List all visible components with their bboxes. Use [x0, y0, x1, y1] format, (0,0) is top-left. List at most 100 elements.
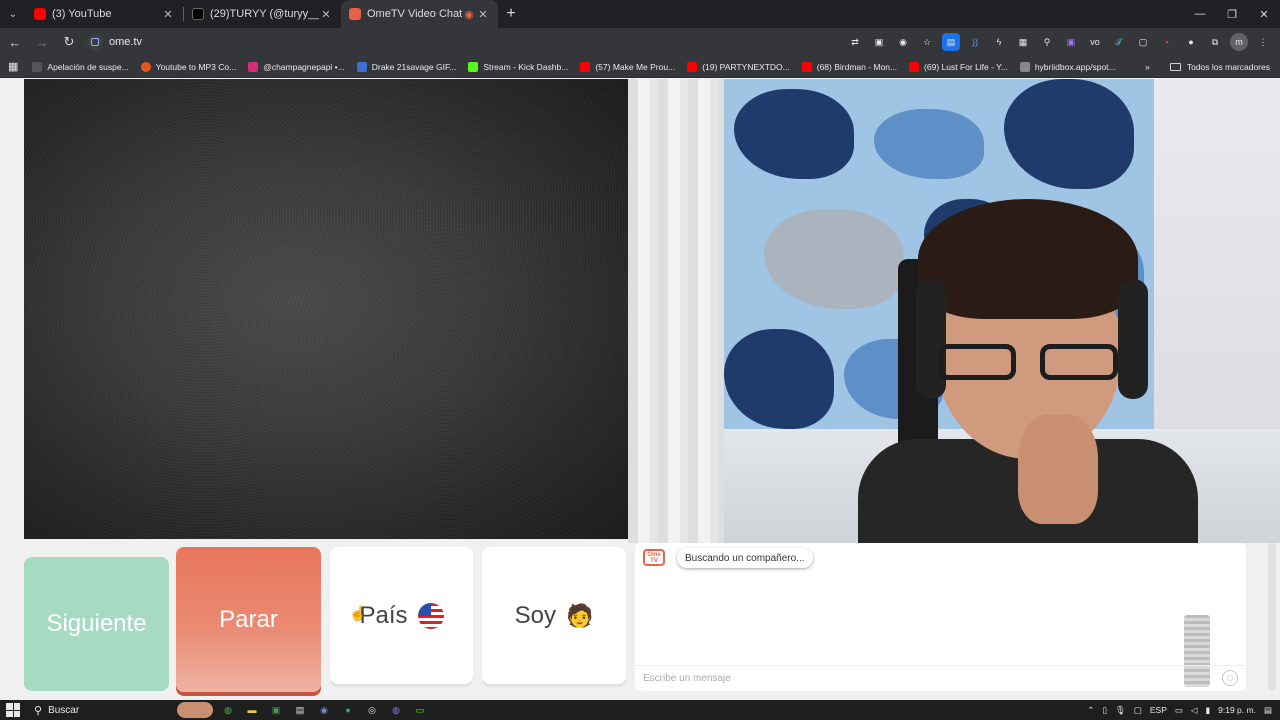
stop-button[interactable]: Parar: [176, 547, 321, 692]
bookmark-item[interactable]: (19) PARTYNEXTDO...: [687, 61, 790, 72]
bookmarks-bar: ▦ Apelación de suspe... Youtube to MP3 C…: [0, 56, 1280, 78]
hand: [1018, 414, 1098, 524]
bolt-extension-icon[interactable]: ϟ: [990, 33, 1008, 51]
notification-icon[interactable]: ▤: [1264, 705, 1272, 716]
glasses: [930, 344, 1130, 384]
bookmark-item[interactable]: (57) Make Me Prou...: [580, 61, 675, 72]
chevron-up-icon[interactable]: ⌃: [1087, 705, 1094, 716]
record-extension-icon[interactable]: ▪: [1158, 33, 1176, 51]
tab-search-icon[interactable]: ⌄: [0, 0, 26, 28]
tray-app-icon[interactable]: ▢: [1134, 705, 1142, 716]
remote-video-static: [24, 79, 628, 539]
bookmark-item[interactable]: Drake 21savage GIF...: [356, 61, 456, 72]
translate-icon[interactable]: ⇄: [846, 33, 864, 51]
install-app-icon[interactable]: ▣: [870, 33, 888, 51]
bookmark-item[interactable]: (69) Lust For Life - Y...: [909, 61, 1008, 72]
hair: [918, 199, 1138, 319]
forward-button[interactable]: →: [30, 30, 54, 54]
circle-extension-icon[interactable]: ●: [1182, 33, 1200, 51]
close-window-icon[interactable]: ✕: [1248, 0, 1280, 28]
local-camera-video: [628, 79, 1280, 543]
address-text: ome.tv: [109, 36, 143, 48]
tab-youtube[interactable]: (3) YouTube ✕: [26, 0, 183, 28]
volume-icon[interactable]: ◁: [1191, 705, 1198, 716]
network-icon[interactable]: ▭: [1175, 705, 1183, 716]
spotify-icon[interactable]: ●: [339, 702, 357, 718]
emoji-icon[interactable]: ☺: [1222, 670, 1238, 686]
browser-toolbar: ← → ↻ ome.tv ⇄ ▣ ◉ ☆ ▤ )) ϟ ▦ ⚲ ▣ vo 𝒯 ▢…: [0, 28, 1280, 56]
close-tab-icon[interactable]: ✕: [319, 8, 333, 21]
restore-icon[interactable]: ❐: [1216, 0, 1248, 28]
scrollbar[interactable]: [1268, 543, 1276, 691]
all-bookmarks[interactable]: » Todos los marcadores: [1145, 56, 1270, 78]
magnifier-extension-icon[interactable]: ⚲: [1038, 33, 1056, 51]
message-input[interactable]: Escribe un mensaje: [635, 665, 1246, 691]
youtube-icon: [687, 61, 698, 72]
vo-extension-icon[interactable]: vo: [1086, 33, 1104, 51]
microphone-icon[interactable]: 🎙: [1115, 705, 1126, 716]
store-icon[interactable]: ▣: [267, 702, 285, 718]
extension-icons: ⇄ ▣ ◉ ☆ ▤ )) ϟ ▦ ⚲ ▣ vo 𝒯 ▢ ▪ ● ⧉ m ⋮: [846, 33, 1272, 51]
gender-button[interactable]: Soy 🧑: [482, 547, 626, 684]
chevron-double-right-icon[interactable]: »: [1145, 62, 1150, 72]
clock[interactable]: 9:19 p. m.: [1218, 705, 1256, 715]
site-info-icon[interactable]: [87, 34, 103, 50]
wave-extension-icon[interactable]: )): [966, 33, 984, 51]
battery-icon[interactable]: ▮: [1205, 705, 1210, 716]
reload-button[interactable]: ↻: [57, 30, 81, 54]
new-tab-button[interactable]: +: [498, 5, 524, 23]
bookmark-label: (69) Lust For Life - Y...: [924, 61, 1008, 72]
profile-avatar[interactable]: m: [1230, 33, 1248, 51]
app-icon[interactable]: ◍: [387, 702, 405, 718]
language-label[interactable]: ESP: [1150, 705, 1167, 715]
apps-grid-icon[interactable]: ▦: [8, 60, 18, 73]
bookmark-label: (19) PARTYNEXTDO...: [702, 61, 790, 72]
bookmark-item[interactable]: Apelación de suspe...: [32, 61, 129, 72]
curtain: [628, 79, 724, 543]
close-tab-icon[interactable]: ✕: [161, 8, 175, 21]
bookmark-item[interactable]: Youtube to MP3 Co...: [140, 61, 236, 72]
youtube-icon: [909, 61, 920, 72]
taskbar-search[interactable]: ⚲ Buscar: [34, 704, 174, 717]
bookmark-label: (68) Birdman - Mon...: [816, 61, 898, 72]
script-extension-icon[interactable]: 𝒯: [1110, 33, 1128, 51]
obs-icon[interactable]: ◎: [363, 702, 381, 718]
eye-icon[interactable]: ◉: [894, 33, 912, 51]
bookmark-label: @champagnepapi •...: [263, 61, 345, 72]
bookmark-item[interactable]: Stream - Kick Dashb...: [468, 61, 568, 72]
back-button[interactable]: ←: [3, 30, 27, 54]
windows-start-icon[interactable]: [6, 703, 20, 717]
person-emoji-icon: 🧑: [565, 602, 594, 628]
gif-icon: [356, 61, 367, 72]
discord-icon[interactable]: ◉: [315, 702, 333, 718]
bookmark-item[interactable]: (68) Birdman - Mon...: [801, 61, 898, 72]
extension-icon[interactable]: ▤: [942, 33, 960, 51]
taskbar-search-label: Buscar: [48, 704, 80, 716]
menu-kebab-icon[interactable]: ⋮: [1254, 33, 1272, 51]
next-button[interactable]: Siguiente: [24, 557, 169, 691]
tab-title: (3) YouTube: [52, 8, 112, 20]
app-icon[interactable]: ▤: [291, 702, 309, 718]
tray-app-icon[interactable]: ▯: [1102, 705, 1107, 716]
bookmark-star-icon[interactable]: ☆: [918, 33, 936, 51]
tab-title: (29)TURYY (@turyy__) | TikTok: [210, 8, 319, 20]
address-bar[interactable]: ome.tv: [87, 31, 827, 53]
widget-icon[interactable]: [177, 702, 213, 718]
instagram-icon: [248, 61, 259, 72]
twitch-extension-icon[interactable]: ▣: [1062, 33, 1080, 51]
ometv-icon: [349, 8, 361, 20]
close-tab-icon[interactable]: ✕: [476, 8, 490, 21]
windows-taskbar: ⚲ Buscar ◍ ▬ ▣ ▤ ◉ ● ◎ ◍ ▭ ⌃ ▯ 🎙 ▢ ESP ▭…: [0, 700, 1280, 720]
bookmark-item[interactable]: hybriidbox.app/spot...: [1019, 61, 1116, 72]
file-explorer-icon[interactable]: ▬: [243, 702, 261, 718]
minimize-icon[interactable]: —: [1184, 0, 1216, 28]
tab-tiktok[interactable]: (29)TURYY (@turyy__) | TikTok ✕: [184, 0, 341, 28]
chrome-icon[interactable]: ◍: [219, 702, 237, 718]
puzzle-icon[interactable]: ⧉: [1206, 33, 1224, 51]
terminal-icon[interactable]: ▭: [411, 702, 429, 718]
box-extension-icon[interactable]: ▦: [1014, 33, 1032, 51]
screenshot-extension-icon[interactable]: ▢: [1134, 33, 1152, 51]
bookmark-item[interactable]: @champagnepapi •...: [248, 61, 345, 72]
system-tray: ⌃ ▯ 🎙 ▢ ESP ▭ ◁ ▮ 9:19 p. m. ▤: [1087, 700, 1272, 720]
tab-ometv[interactable]: OmeTV Video Chat — Ome ◉ ✕: [341, 0, 498, 28]
